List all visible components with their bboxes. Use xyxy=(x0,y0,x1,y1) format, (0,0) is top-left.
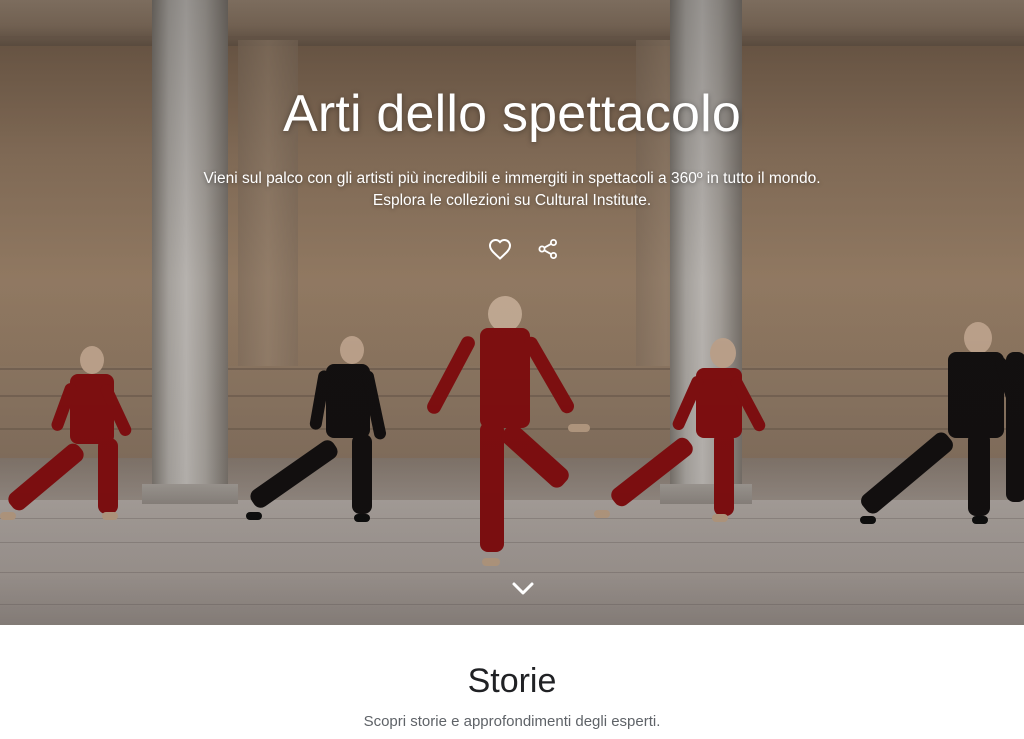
hero-description-line: Esplora le collezioni su Cultural Instit… xyxy=(372,192,652,209)
share-button[interactable] xyxy=(534,235,562,263)
hero-content: Arti dello spettacolo Vieni sul palco co… xyxy=(0,0,1024,625)
stories-section: Storie Scopri storie e approfondimenti d… xyxy=(0,625,1024,739)
section-subtitle: Scopri storie e approfondimenti degli es… xyxy=(363,713,661,730)
hero-actions xyxy=(484,235,564,263)
heart-outline-icon xyxy=(488,238,512,260)
hero-description: Vieni sul palco con gli artisti più incr… xyxy=(0,168,1024,212)
chevron-down-icon xyxy=(512,582,534,595)
hero-banner: Arti dello spettacolo Vieni sul palco co… xyxy=(0,0,1024,625)
share-icon xyxy=(538,239,557,259)
hero-description-line: Vieni sul palco con gli artisti più incr… xyxy=(203,170,821,187)
section-title: Storie xyxy=(467,662,557,700)
favorite-button[interactable] xyxy=(486,235,514,263)
page-title: Arti dello spettacolo xyxy=(282,85,741,143)
scroll-down-button[interactable] xyxy=(508,576,538,602)
